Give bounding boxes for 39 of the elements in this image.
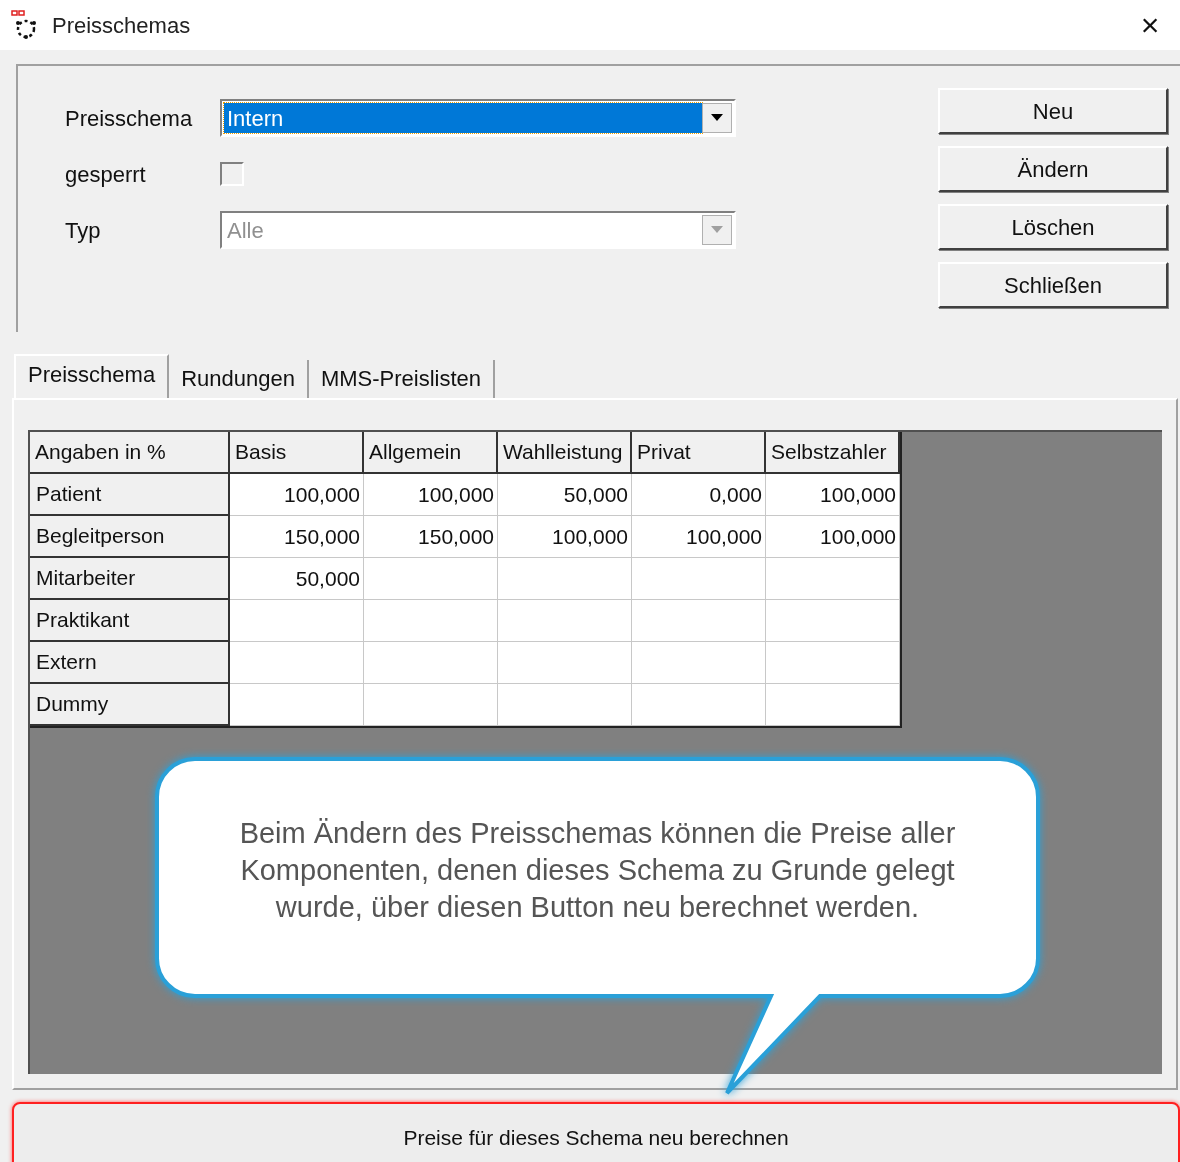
dialog-button[interactable]: Ändern [938,146,1168,192]
column-header: Angaben in % [30,432,230,474]
row-header: Begleitperson [30,516,230,558]
close-button[interactable]: × [1130,5,1170,45]
table-cell: 100,000 [766,474,900,516]
callout-text: Beim Ändern des Preisschemas können die Preise aller Komponenten, denen dieses Schema zu Grunde gelegt wurde, über diesen Button neu berechnet werden. [238,816,957,925]
field-label: Preisschema [64,104,194,133]
tab[interactable]: Rundungen [169,360,309,398]
column-header: Selbstzahler [766,432,900,474]
column-header: Wahlleistung [498,432,632,474]
table-cell: 150,000 [364,516,498,558]
tab[interactable]: MMS-Preislisten [308,360,496,398]
table-cell: 100,000 [766,516,900,558]
combo-box[interactable]: Intern [220,99,736,137]
row-header: Praktikant [30,600,230,642]
table-cell: 150,000 [230,516,364,558]
column-header: Basis [230,432,364,474]
table-cell: 100,000 [498,516,632,558]
dialog-button[interactable]: Löschen [938,204,1168,250]
table-cell: 100,000 [364,474,498,516]
row-header: Patient [30,474,230,516]
field-label: gesperrt [64,160,147,189]
table-cell: 0,000 [632,474,766,516]
column-header: Privat [632,432,766,474]
table-cell: 100,000 [632,516,766,558]
checkbox[interactable] [220,162,244,186]
row-header: Dummy [30,684,230,726]
dialog-button[interactable]: Neu [938,88,1168,134]
table-cell: 50,000 [230,558,364,600]
tab[interactable]: Preisschema [14,354,170,398]
table-cell: 50,000 [498,474,632,516]
column-header: Allgemein [364,432,498,474]
dialog-button[interactable]: Schließen [938,262,1168,308]
recalc-button[interactable]: Preise für dieses Schema neu berechnen [12,1102,1180,1162]
row-header: Extern [30,642,230,684]
field-label: Typ [64,216,102,245]
table-cell: 100,000 [230,474,364,516]
window-title: Preisschemas [52,11,191,40]
row-header: Mitarbeiter [30,558,230,600]
